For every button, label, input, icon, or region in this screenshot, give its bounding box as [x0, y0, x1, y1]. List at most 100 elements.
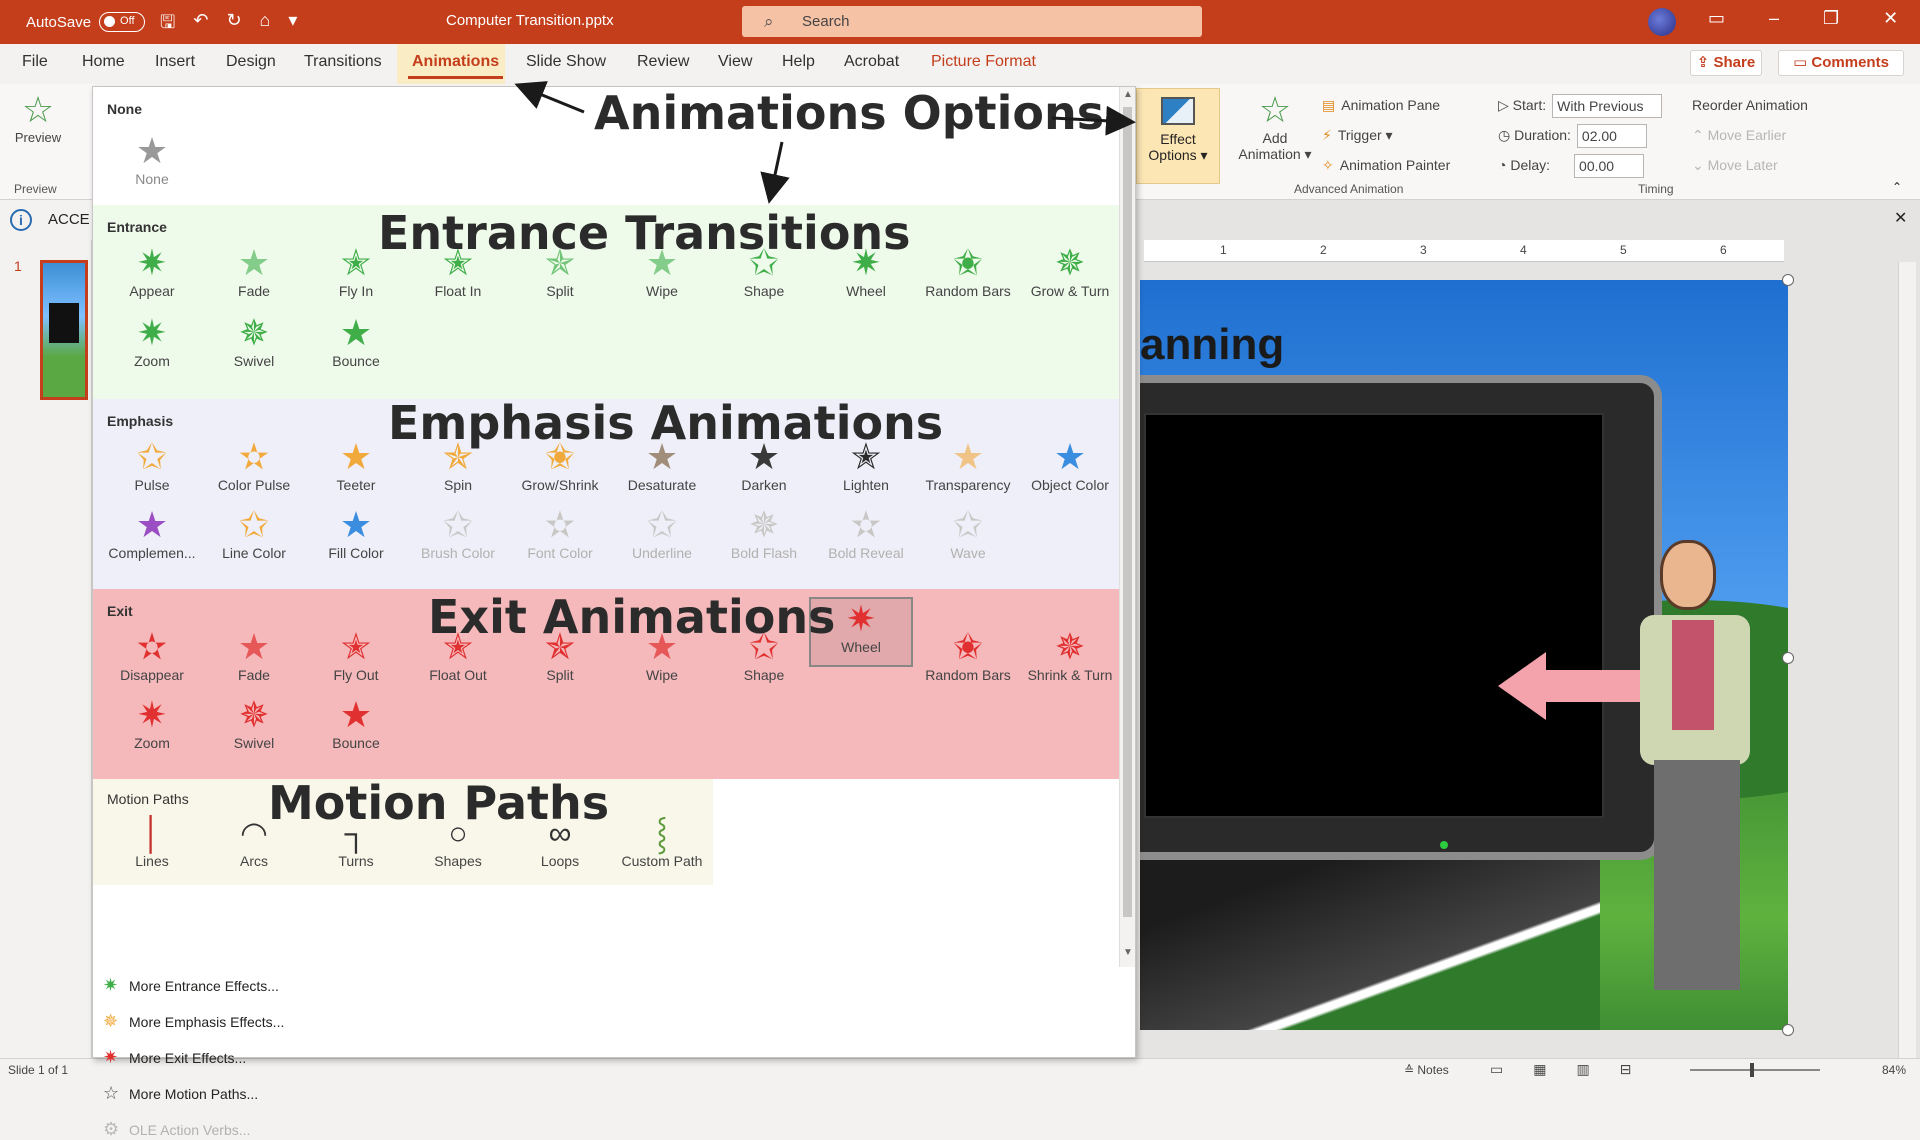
selection-handle[interactable]	[1782, 274, 1794, 286]
anim-entrance[interactable]: ★ Bounce	[305, 313, 407, 370]
anim-entrance[interactable]: ✷ Zoom	[101, 313, 203, 370]
anim-entrance[interactable]: ✵ Swivel	[203, 313, 305, 370]
document-title[interactable]: Computer Transition.pptx	[446, 12, 614, 29]
more-entrance-effects[interactable]: ✷ More Entrance Effects...	[103, 975, 279, 996]
preview-button[interactable]: ☆ Preview	[8, 90, 68, 146]
anim-exit[interactable]: ✫ Disappear	[101, 626, 203, 684]
anim-none[interactable]: ★ None	[101, 131, 203, 188]
anim-label: Lines	[135, 853, 169, 869]
timing-group: ▷ Start: With Previous ◷ Duration: 02.00 ◔…	[1498, 90, 1663, 180]
more-motion-paths[interactable]: ☆ More Motion Paths...	[103, 1083, 258, 1104]
move-later-button[interactable]: ⌄ Move Later	[1692, 150, 1808, 180]
animation-pane-button[interactable]: ▤ Animation Pane	[1322, 90, 1450, 120]
redo-icon[interactable]: ↻	[226, 10, 241, 40]
info-icon[interactable]: i	[10, 209, 32, 231]
save-icon[interactable]: 🖫	[160, 10, 175, 40]
delay-input[interactable]: 00.00	[1574, 154, 1645, 179]
tab-acrobat[interactable]: Acrobat	[844, 53, 899, 71]
anim-entrance[interactable]: ✵ Grow & Turn	[1019, 243, 1121, 300]
ribbon-display-icon[interactable]: ▭	[1708, 8, 1725, 29]
trigger-button[interactable]: ⚡ Trigger ▾	[1322, 120, 1450, 150]
slide-title[interactable]: anning	[1140, 320, 1284, 370]
anim-exit[interactable]: ✷ Zoom	[101, 695, 203, 752]
effect-options-button[interactable]: Effect Options ▾	[1136, 88, 1220, 184]
start-select[interactable]: With Previous	[1552, 94, 1663, 119]
autosave-switch[interactable]: Off	[99, 12, 146, 32]
vertical-scrollbar[interactable]	[1898, 262, 1916, 1062]
avatar[interactable]	[1648, 8, 1676, 36]
anim-motion-path[interactable]: │ Lines	[101, 813, 203, 869]
tab-transitions[interactable]: Transitions	[304, 53, 382, 71]
animation-painter-button[interactable]: ✧ Animation Painter	[1322, 150, 1450, 180]
slide-thumbnail[interactable]	[40, 260, 88, 400]
search-box[interactable]: ⌕ Search	[742, 6, 1202, 37]
anim-label: Loops	[540, 853, 580, 869]
restore-icon[interactable]: ❐	[1823, 8, 1839, 29]
anim-label: Transparency	[925, 477, 1011, 493]
customize-qat-icon[interactable]: ▾	[288, 10, 297, 40]
monitor-image[interactable]	[1140, 375, 1662, 860]
anim-label: Zoom	[134, 353, 170, 369]
duration-input[interactable]: 02.00	[1576, 124, 1647, 149]
present-icon[interactable]: ⌂	[260, 10, 271, 40]
more-label: More Entrance Effects...	[129, 978, 279, 994]
anim-entrance[interactable]: ✷ Appear	[101, 243, 203, 300]
autosave-toggle[interactable]: AutoSave Off	[26, 12, 146, 32]
gallery-scrollbar[interactable]: ▲ ▼	[1119, 87, 1135, 967]
add-animation-button[interactable]: ☆ Add Animation ▾	[1230, 90, 1320, 163]
collapse-ribbon-icon[interactable]: ⌃	[1892, 180, 1902, 194]
gallery-scroll-thumb[interactable]	[1123, 107, 1132, 917]
zoom-slider[interactable]	[1690, 1063, 1820, 1077]
minimize-icon[interactable]: –	[1769, 8, 1779, 29]
anim-exit[interactable]: ★ Bounce	[305, 695, 407, 752]
anim-entrance[interactable]: ✬ Random Bars	[917, 243, 1019, 300]
tab-help[interactable]: Help	[782, 53, 815, 71]
woman-illustration[interactable]	[1630, 532, 1770, 1010]
tab-home[interactable]: Home	[82, 53, 125, 71]
tab-file[interactable]: File	[22, 53, 48, 71]
anim-entrance[interactable]: ★ Fade	[203, 243, 305, 300]
scroll-down-icon[interactable]: ▼	[1123, 947, 1133, 958]
gray-star-icon: ✫	[544, 504, 576, 545]
selection-handle[interactable]	[1782, 652, 1794, 664]
notes-button[interactable]: ≙ Notes	[1404, 1063, 1449, 1077]
anim-emphasis[interactable]: ★ Object Color	[1019, 437, 1121, 494]
more-exit-effects[interactable]: ✷ More Exit Effects...	[103, 1047, 246, 1068]
tab-design[interactable]: Design	[226, 53, 276, 71]
anim-emphasis[interactable]: ★ Complemen...	[101, 505, 203, 562]
anim-exit[interactable]: ★ Fade	[203, 627, 305, 684]
anim-motion-path[interactable]: ⸾ Custom Path	[611, 813, 713, 869]
painter-icon: ✧	[1322, 157, 1334, 173]
anim-label: Font Color	[527, 545, 593, 561]
more-emphasis-effects[interactable]: ✵ More Emphasis Effects...	[103, 1011, 284, 1032]
undo-icon[interactable]: ↶	[193, 10, 208, 40]
anim-exit[interactable]: ✵ Shrink & Turn	[1019, 627, 1121, 684]
move-earlier-button[interactable]: ⌃ Move Earlier	[1692, 120, 1808, 150]
tab-insert[interactable]: Insert	[155, 53, 195, 71]
anim-emphasis[interactable]: ✫ Color Pulse	[203, 437, 305, 494]
anim-exit[interactable]: ✬ Random Bars	[917, 627, 1019, 684]
close-icon[interactable]: ✕	[1883, 8, 1898, 29]
anim-emphasis[interactable]: ★ Fill Color	[305, 505, 407, 562]
selection-handle[interactable]	[1782, 1024, 1794, 1036]
share-button[interactable]: ⇪ Share	[1690, 50, 1762, 76]
tab-review[interactable]: Review	[637, 53, 689, 71]
view-buttons[interactable]: ▭▦▥⊟	[1490, 1061, 1661, 1078]
tab-view[interactable]: View	[718, 53, 752, 71]
anim-emphasis-disabled: ✩ Wave	[917, 505, 1019, 562]
scroll-up-icon[interactable]: ▲	[1123, 89, 1133, 100]
slide-canvas[interactable]: anning	[1140, 280, 1788, 1030]
anim-emphasis[interactable]: ✩ Pulse	[101, 437, 203, 494]
tab-picture-format[interactable]: Picture Format	[931, 53, 1036, 71]
zoom-level[interactable]: 84%	[1882, 1063, 1906, 1077]
tab-slide-show[interactable]: Slide Show	[526, 53, 606, 71]
anim-emphasis[interactable]: ✩ Line Color	[203, 505, 305, 562]
reorder-title: Reorder Animation	[1692, 97, 1808, 113]
red-star-icon: ✫	[136, 626, 168, 667]
anim-exit[interactable]: ✭ Fly Out	[305, 627, 407, 684]
anim-exit[interactable]: ✵ Swivel	[203, 695, 305, 752]
tab-animations[interactable]: Animations	[407, 53, 504, 79]
close-bar-icon[interactable]: ✕	[1894, 208, 1907, 228]
title-bar: AutoSave Off 🖫 ↶ ↻ ⌂ ▾ Computer Transiti…	[0, 0, 1920, 44]
comments-button[interactable]: ▭ Comments	[1778, 50, 1904, 76]
